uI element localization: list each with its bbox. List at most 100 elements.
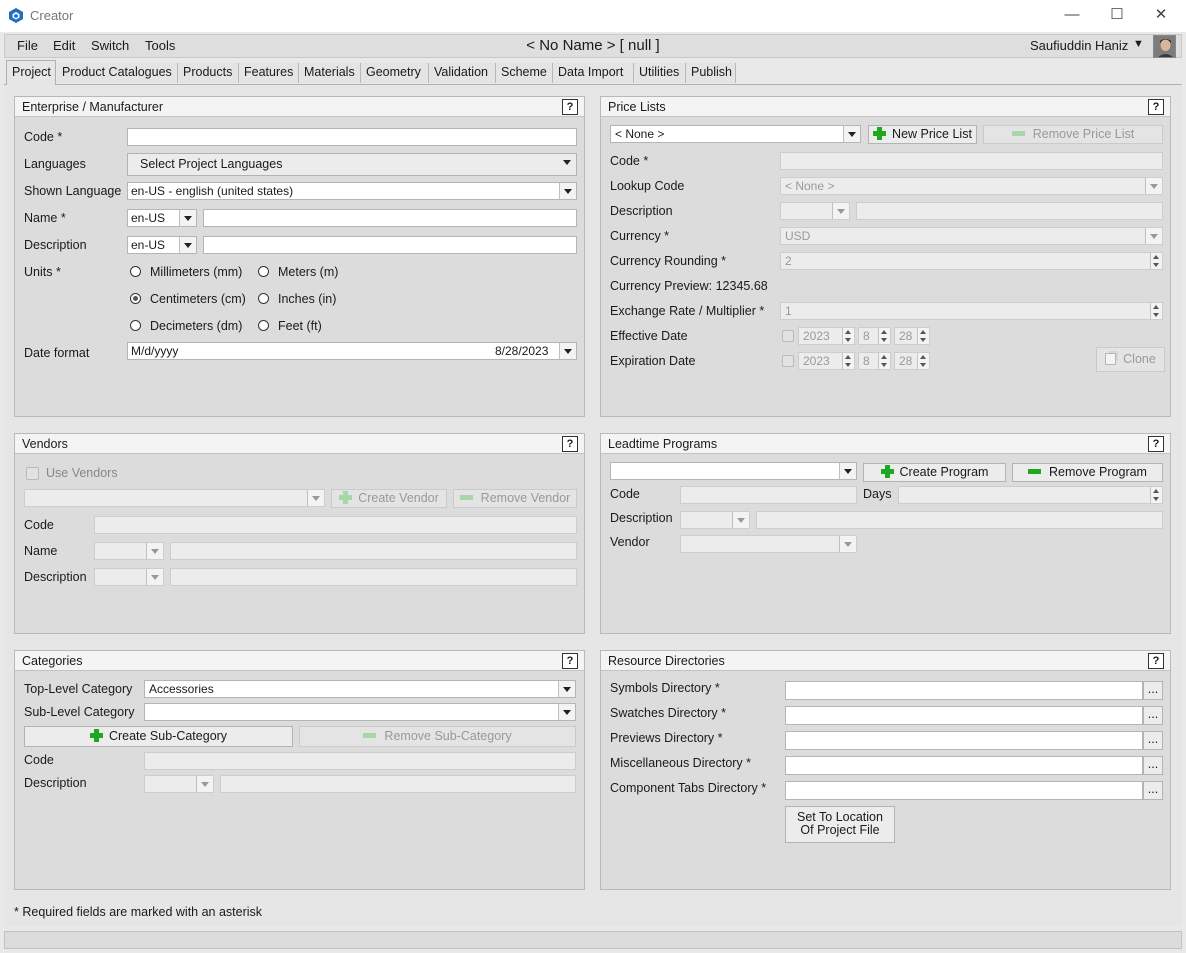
unit-mm-radio[interactable] xyxy=(130,266,141,277)
effective-date-checkbox[interactable] xyxy=(782,330,794,342)
spinner-arrows-icon[interactable] xyxy=(878,353,890,369)
chevron-down-icon[interactable] xyxy=(1145,228,1162,244)
previews-directory-input[interactable] xyxy=(785,731,1143,750)
tab-utilities[interactable]: Utilities xyxy=(634,63,686,83)
create-program-button[interactable]: Create Program xyxy=(863,463,1006,482)
help-icon[interactable]: ? xyxy=(562,436,578,452)
description-language-select[interactable]: en-US xyxy=(127,236,197,254)
spinner-arrows-icon[interactable] xyxy=(842,328,854,344)
unit-ft-label[interactable]: Feet (ft) xyxy=(278,319,322,333)
chevron-down-icon[interactable] xyxy=(146,543,163,559)
unit-in-radio[interactable] xyxy=(258,293,269,304)
remove-vendor-button[interactable]: Remove Vendor xyxy=(453,489,577,508)
tab-scheme[interactable]: Scheme xyxy=(496,63,553,83)
chevron-down-icon[interactable] xyxy=(146,569,163,585)
new-price-list-button[interactable]: New Price List xyxy=(868,125,977,144)
help-icon[interactable]: ? xyxy=(562,99,578,115)
shown-language-select[interactable]: en-US - english (united states) xyxy=(127,182,577,200)
unit-in-label[interactable]: Inches (in) xyxy=(278,292,336,306)
help-icon[interactable]: ? xyxy=(1148,436,1164,452)
unit-ft-radio[interactable] xyxy=(258,320,269,331)
unit-cm-label[interactable]: Centimeters (cm) xyxy=(150,292,246,306)
set-to-project-location-button[interactable]: Set To Location Of Project File xyxy=(785,806,895,843)
expiration-year-spinner[interactable]: 2023 xyxy=(798,352,855,370)
help-icon[interactable]: ? xyxy=(1148,653,1164,669)
tab-data-import[interactable]: Data Import xyxy=(553,63,634,83)
leadtime-program-select[interactable] xyxy=(610,462,857,480)
component-tabs-directory-input[interactable] xyxy=(785,781,1143,800)
miscellaneous-browse-button[interactable]: ... xyxy=(1143,756,1163,775)
chevron-down-icon[interactable] xyxy=(732,512,749,528)
close-icon[interactable]: ✕ xyxy=(1151,6,1171,26)
vendor-name-language-select[interactable] xyxy=(94,542,164,560)
price-code-input[interactable] xyxy=(780,152,1163,170)
effective-day-spinner[interactable]: 28 xyxy=(894,327,930,345)
symbols-browse-button[interactable]: ... xyxy=(1143,681,1163,700)
tab-validation[interactable]: Validation xyxy=(429,63,496,83)
miscellaneous-directory-input[interactable] xyxy=(785,756,1143,775)
user-menu-caret-icon[interactable]: ▼ xyxy=(1133,38,1144,50)
remove-price-list-button[interactable]: Remove Price List xyxy=(983,125,1163,144)
minimize-icon[interactable]: — xyxy=(1062,6,1082,26)
effective-year-spinner[interactable]: 2023 xyxy=(798,327,855,345)
chevron-down-icon[interactable] xyxy=(179,210,196,226)
leadtime-description-language-select[interactable] xyxy=(680,511,750,529)
create-vendor-button[interactable]: Create Vendor xyxy=(331,489,447,508)
unit-cm-radio[interactable] xyxy=(130,293,141,304)
chevron-down-icon[interactable] xyxy=(558,704,575,720)
enterprise-description-input[interactable] xyxy=(203,236,577,254)
spinner-arrows-icon[interactable] xyxy=(878,328,890,344)
select-languages-button[interactable]: Select Project Languages xyxy=(127,153,577,176)
unit-dm-radio[interactable] xyxy=(130,320,141,331)
category-description-input[interactable] xyxy=(220,775,576,793)
price-list-select[interactable]: < None > xyxy=(610,125,861,143)
chevron-down-icon[interactable] xyxy=(559,183,576,199)
spinner-arrows-icon[interactable] xyxy=(1150,487,1162,503)
clone-button[interactable]: Clone xyxy=(1096,347,1165,372)
tab-materials[interactable]: Materials xyxy=(299,63,361,83)
swatches-directory-input[interactable] xyxy=(785,706,1143,725)
use-vendors-checkbox[interactable] xyxy=(26,467,39,480)
name-language-select[interactable]: en-US xyxy=(127,209,197,227)
remove-sub-category-button[interactable]: Remove Sub-Category xyxy=(299,726,576,747)
chevron-down-icon[interactable] xyxy=(843,126,860,142)
avatar[interactable] xyxy=(1153,35,1176,58)
spinner-arrows-icon[interactable] xyxy=(1150,303,1162,319)
expiration-date-checkbox[interactable] xyxy=(782,355,794,367)
days-spinner[interactable] xyxy=(898,486,1163,504)
help-icon[interactable]: ? xyxy=(562,653,578,669)
previews-browse-button[interactable]: ... xyxy=(1143,731,1163,750)
vendor-select[interactable] xyxy=(24,489,325,507)
date-format-select[interactable]: M/d/yyyy 8/28/2023 xyxy=(127,342,577,360)
chevron-down-icon[interactable] xyxy=(839,463,856,479)
chevron-down-icon[interactable] xyxy=(558,681,575,697)
chevron-down-icon[interactable] xyxy=(179,237,196,253)
unit-m-radio[interactable] xyxy=(258,266,269,277)
chevron-down-icon[interactable] xyxy=(839,536,856,552)
spinner-arrows-icon[interactable] xyxy=(917,328,929,344)
maximize-icon[interactable]: ☐ xyxy=(1107,6,1127,26)
chevron-down-icon[interactable] xyxy=(559,343,576,359)
help-icon[interactable]: ? xyxy=(1148,99,1164,115)
symbols-directory-input[interactable] xyxy=(785,681,1143,700)
tab-features[interactable]: Features xyxy=(239,63,299,83)
vendor-description-input[interactable] xyxy=(170,568,577,586)
chevron-down-icon[interactable] xyxy=(196,776,213,792)
spinner-arrows-icon[interactable] xyxy=(1150,253,1162,269)
tab-products[interactable]: Products xyxy=(178,63,239,83)
currency-rounding-spinner[interactable]: 2 xyxy=(780,252,1163,270)
create-sub-category-button[interactable]: Create Sub-Category xyxy=(24,726,293,747)
tab-publish[interactable]: Publish xyxy=(686,63,736,83)
expiration-month-spinner[interactable]: 8 xyxy=(858,352,891,370)
leadtime-vendor-select[interactable] xyxy=(680,535,857,553)
price-description-input[interactable] xyxy=(856,202,1163,220)
unit-m-label[interactable]: Meters (m) xyxy=(278,265,338,279)
chevron-down-icon[interactable] xyxy=(307,490,324,506)
component-tabs-browse-button[interactable]: ... xyxy=(1143,781,1163,800)
top-level-category-select[interactable]: Accessories xyxy=(144,680,576,698)
vendor-code-input[interactable] xyxy=(94,516,577,534)
currency-select[interactable]: USD xyxy=(780,227,1163,245)
vendor-name-input[interactable] xyxy=(170,542,577,560)
enterprise-name-input[interactable] xyxy=(203,209,577,227)
price-description-language-select[interactable] xyxy=(780,202,850,220)
